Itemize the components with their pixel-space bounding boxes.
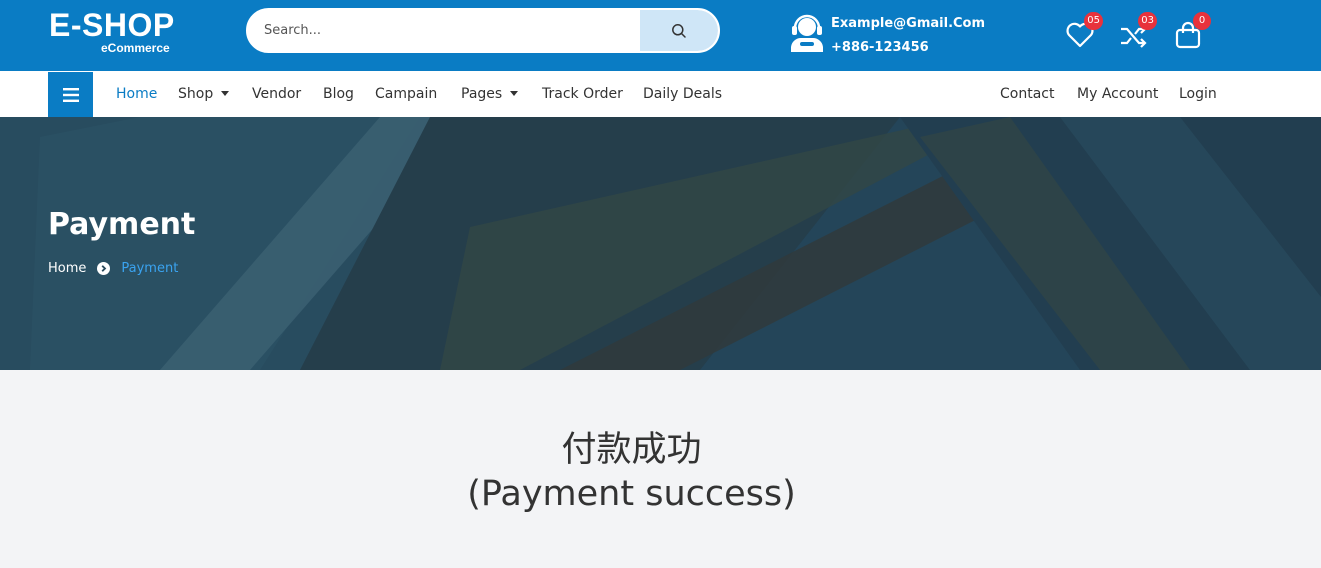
page-banner: Payment Home Payment	[0, 117, 1321, 370]
chevron-circle-right-icon	[97, 262, 111, 275]
nav-my-account[interactable]: My Account	[1077, 86, 1158, 102]
breadcrumb-home-link[interactable]: Home	[48, 261, 86, 276]
payment-success-message: 付款成功 (Payment success)	[0, 428, 1263, 516]
breadcrumb-current: Payment	[121, 261, 179, 276]
cart-count-badge: 0	[1193, 12, 1211, 30]
contact-phone[interactable]: +886-123456	[831, 36, 985, 60]
site-logo[interactable]: E-SHOP eCommerce	[49, 7, 175, 55]
payment-result-section: 付款成功 (Payment success)	[0, 370, 1321, 568]
breadcrumb: Home Payment	[48, 261, 178, 276]
search-input[interactable]	[248, 10, 643, 51]
top-header: E-SHOP eCommerce Example@Gmail.Com +886-…	[0, 0, 1321, 71]
wishlist-button[interactable]: 05	[1064, 12, 1103, 51]
wishlist-count-badge: 05	[1084, 12, 1103, 30]
page-title: Payment	[48, 207, 196, 242]
cart-button[interactable]: 0	[1172, 12, 1211, 51]
nav-login[interactable]: Login	[1179, 86, 1217, 102]
nav-shop[interactable]: Shop	[178, 86, 230, 102]
contact-email[interactable]: Example@Gmail.Com	[831, 12, 985, 36]
search-icon	[672, 23, 686, 38]
nav-daily-deals[interactable]: Daily Deals	[643, 86, 722, 102]
support-agent-icon	[791, 14, 823, 52]
hamburger-menu-icon	[62, 87, 79, 102]
payment-success-english: (Payment success)	[467, 474, 796, 514]
nav-track-order[interactable]: Track Order	[542, 86, 623, 102]
nav-shop-label: Shop	[178, 86, 214, 102]
compare-button[interactable]: 03	[1118, 12, 1157, 51]
main-navigation: Home Shop Vendor Blog Campain Pages Trac…	[0, 71, 1321, 117]
logo-text: E-SHOP	[49, 7, 175, 43]
nav-pages-label: Pages	[461, 86, 503, 102]
logo-subtext: eCommerce	[101, 41, 170, 55]
category-menu-button[interactable]	[48, 72, 93, 117]
nav-campain[interactable]: Campain	[375, 86, 437, 102]
caret-down-icon	[510, 91, 519, 96]
contact-info: Example@Gmail.Com +886-123456	[789, 12, 985, 60]
nav-home[interactable]: Home	[116, 86, 157, 102]
search-bar	[246, 8, 720, 53]
banner-background-image	[0, 117, 1321, 370]
nav-blog[interactable]: Blog	[323, 86, 354, 102]
nav-vendor[interactable]: Vendor	[252, 86, 301, 102]
caret-down-icon	[221, 91, 230, 96]
nav-pages[interactable]: Pages	[461, 86, 519, 102]
search-button[interactable]	[640, 10, 718, 51]
nav-contact[interactable]: Contact	[1000, 86, 1054, 102]
compare-count-badge: 03	[1138, 12, 1157, 30]
payment-success-chinese: 付款成功	[561, 430, 702, 470]
